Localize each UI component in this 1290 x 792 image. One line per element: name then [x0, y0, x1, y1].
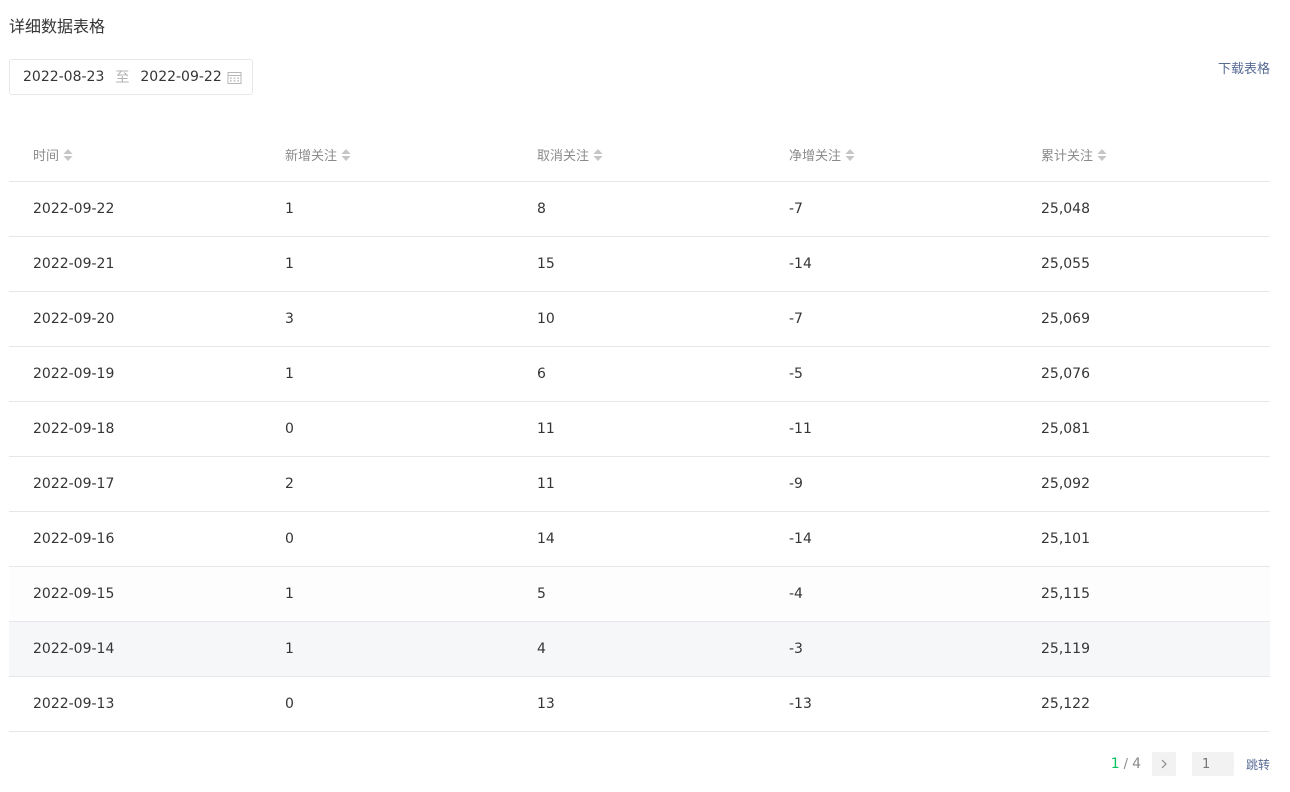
cell-total-follows: 25,101: [1017, 511, 1270, 567]
cell-time: 2022-09-13: [9, 676, 261, 732]
calendar-icon[interactable]: [227, 70, 242, 85]
cell-total-follows: 25,081: [1017, 401, 1270, 457]
jump-button[interactable]: 跳转: [1246, 756, 1270, 773]
cell-unfollows: 11: [513, 456, 765, 512]
table-row: 2022-09-21 1 15 -14 25,055: [9, 236, 1270, 292]
cell-net-follows: -7: [765, 181, 1017, 237]
cell-net-follows: -9: [765, 456, 1017, 512]
cell-unfollows: 14: [513, 511, 765, 567]
cell-time: 2022-09-22: [9, 181, 261, 237]
page-jump-input[interactable]: [1191, 752, 1234, 776]
total-pages: 4: [1132, 756, 1141, 772]
cell-total-follows: 25,115: [1017, 566, 1270, 622]
table-row: 2022-09-18 0 11 -11 25,081: [9, 401, 1270, 457]
sort-icon[interactable]: [63, 148, 73, 162]
date-range-picker[interactable]: 2022-08-23 至 2022-09-22: [9, 59, 253, 95]
page-title: 详细数据表格: [9, 17, 106, 36]
cell-net-follows: -7: [765, 291, 1017, 347]
table-row: 2022-09-16 0 14 -14 25,101: [9, 511, 1270, 567]
current-page: 1: [1110, 756, 1120, 772]
cell-net-follows: -3: [765, 621, 1017, 677]
table-row: 2022-09-22 1 8 -7 25,048: [9, 181, 1270, 237]
cell-unfollows: 15: [513, 236, 765, 292]
cell-unfollows: 11: [513, 401, 765, 457]
cell-time: 2022-09-15: [9, 566, 261, 622]
column-header-new-follows[interactable]: 新增关注: [261, 128, 513, 182]
cell-time: 2022-09-19: [9, 346, 261, 402]
cell-total-follows: 25,122: [1017, 676, 1270, 732]
download-table-link[interactable]: 下载表格: [1218, 61, 1270, 79]
cell-new-follows: 1: [261, 236, 513, 292]
cell-time: 2022-09-17: [9, 456, 261, 512]
sort-icon[interactable]: [1097, 148, 1107, 162]
cell-time: 2022-09-18: [9, 401, 261, 457]
cell-time: 2022-09-14: [9, 621, 261, 677]
data-table: 时间 新增关注 取消关注 净增关注 累计关注 2022-09-22 1 8 -7…: [9, 128, 1270, 732]
cell-new-follows: 0: [261, 401, 513, 457]
cell-net-follows: -14: [765, 236, 1017, 292]
column-header-total-follows[interactable]: 累计关注: [1017, 128, 1270, 182]
cell-unfollows: 13: [513, 676, 765, 732]
cell-new-follows: 0: [261, 511, 513, 567]
table-row: 2022-09-14 1 4 -3 25,119: [9, 621, 1270, 677]
cell-net-follows: -11: [765, 401, 1017, 457]
table-row: 2022-09-15 1 5 -4 25,115: [9, 566, 1270, 622]
cell-total-follows: 25,069: [1017, 291, 1270, 347]
cell-time: 2022-09-20: [9, 291, 261, 347]
cell-unfollows: 6: [513, 346, 765, 402]
cell-net-follows: -13: [765, 676, 1017, 732]
cell-unfollows: 8: [513, 181, 765, 237]
cell-net-follows: -14: [765, 511, 1017, 567]
chevron-right-icon: [1161, 759, 1167, 769]
sort-icon[interactable]: [593, 148, 603, 162]
cell-net-follows: -5: [765, 346, 1017, 402]
cell-unfollows: 5: [513, 566, 765, 622]
date-separator: 至: [115, 70, 130, 86]
cell-new-follows: 3: [261, 291, 513, 347]
start-date[interactable]: 2022-08-23: [23, 69, 104, 85]
sort-icon[interactable]: [341, 148, 351, 162]
pagination: 1 / 4 跳转: [1111, 752, 1270, 776]
cell-total-follows: 25,119: [1017, 621, 1270, 677]
cell-total-follows: 25,092: [1017, 456, 1270, 512]
cell-net-follows: -4: [765, 566, 1017, 622]
column-header-unfollows[interactable]: 取消关注: [513, 128, 765, 182]
cell-new-follows: 1: [261, 621, 513, 677]
cell-new-follows: 1: [261, 181, 513, 237]
column-header-time[interactable]: 时间: [9, 128, 261, 182]
cell-new-follows: 1: [261, 566, 513, 622]
cell-new-follows: 0: [261, 676, 513, 732]
sort-icon[interactable]: [845, 148, 855, 162]
cell-unfollows: 4: [513, 621, 765, 677]
page-separator: /: [1123, 756, 1129, 772]
cell-total-follows: 25,055: [1017, 236, 1270, 292]
table-header-row: 时间 新增关注 取消关注 净增关注 累计关注: [9, 128, 1270, 182]
cell-time: 2022-09-16: [9, 511, 261, 567]
column-header-net-follows[interactable]: 净增关注: [765, 128, 1017, 182]
cell-time: 2022-09-21: [9, 236, 261, 292]
table-row: 2022-09-17 2 11 -9 25,092: [9, 456, 1270, 512]
next-page-button[interactable]: [1151, 752, 1176, 776]
table-row: 2022-09-13 0 13 -13 25,122: [9, 676, 1270, 732]
table-row: 2022-09-20 3 10 -7 25,069: [9, 291, 1270, 347]
end-date[interactable]: 2022-09-22: [140, 69, 221, 85]
cell-total-follows: 25,048: [1017, 181, 1270, 237]
cell-unfollows: 10: [513, 291, 765, 347]
cell-total-follows: 25,076: [1017, 346, 1270, 402]
cell-new-follows: 1: [261, 346, 513, 402]
cell-new-follows: 2: [261, 456, 513, 512]
table-row: 2022-09-19 1 6 -5 25,076: [9, 346, 1270, 402]
